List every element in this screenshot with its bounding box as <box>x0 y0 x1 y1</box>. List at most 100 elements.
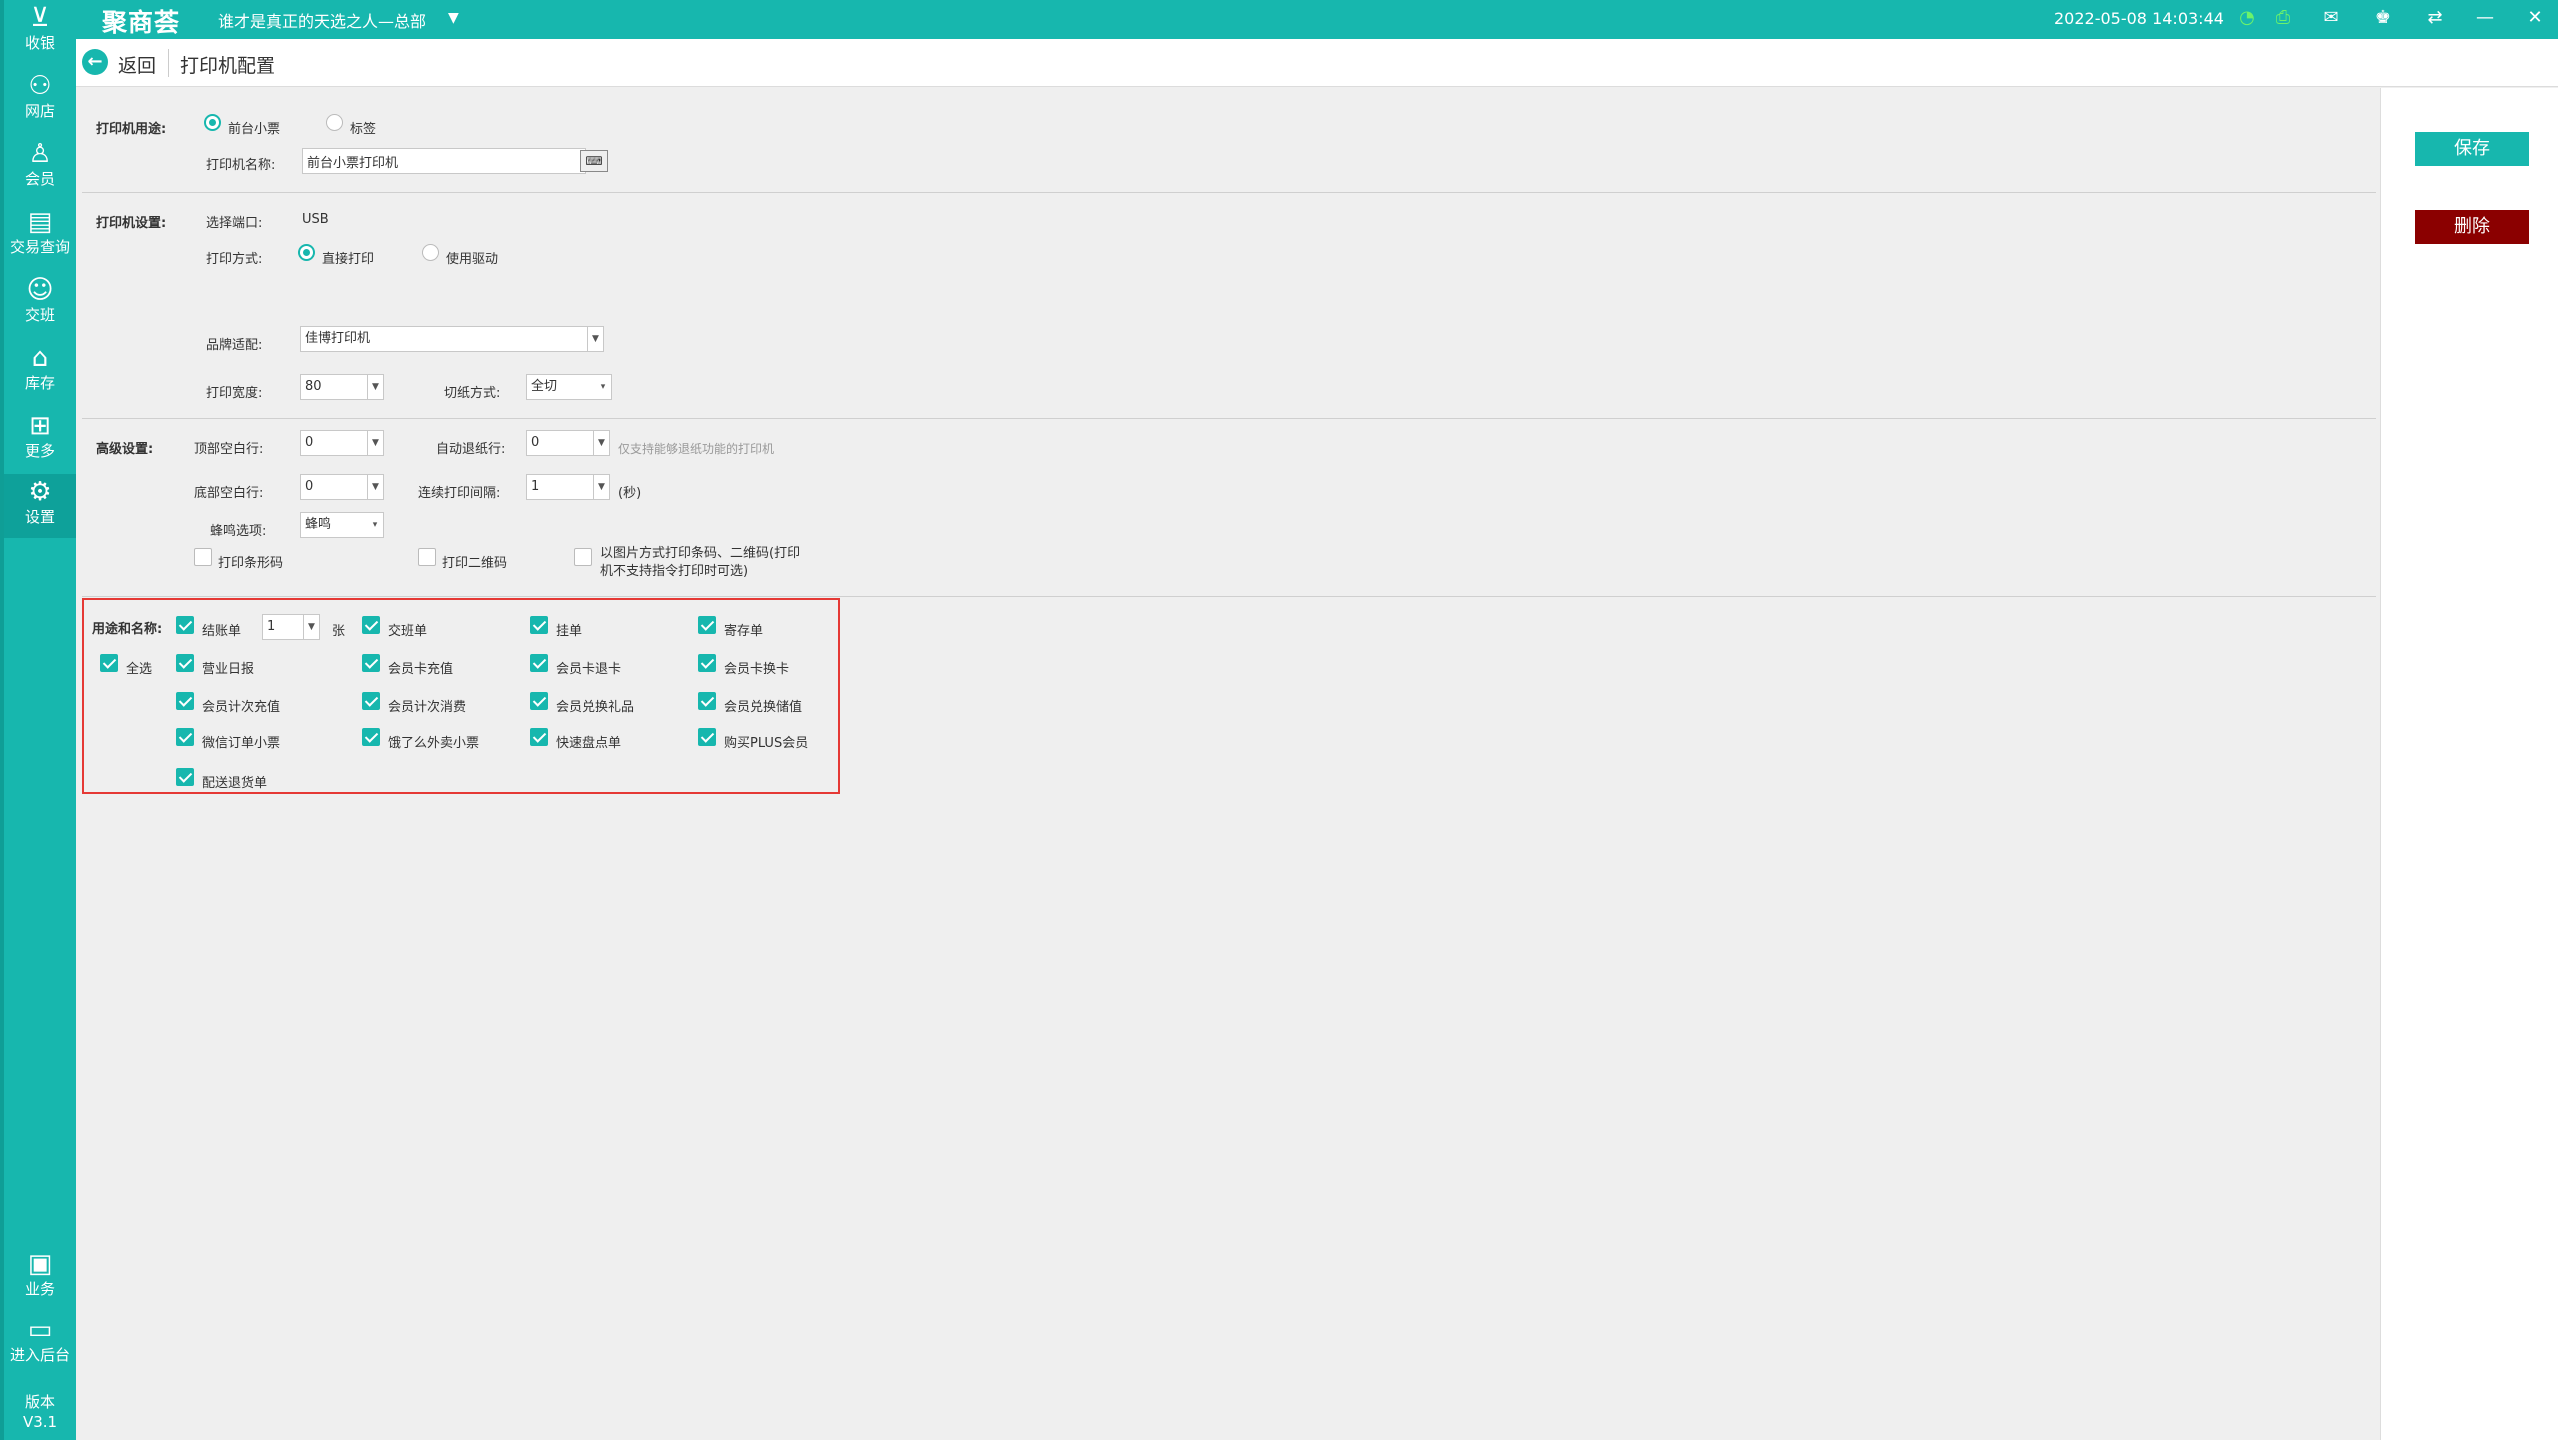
buzzer-value: 蜂鸣 <box>305 517 332 532</box>
back-button[interactable]: 返回 <box>118 51 156 78</box>
chevron-down-icon: ▼ <box>303 615 319 639</box>
print-interval-select[interactable]: 1 ▼ <box>526 474 610 500</box>
usage-item-label[interactable]: 会员卡换卡 <box>724 658 789 677</box>
usage-checkbox[interactable] <box>530 692 548 710</box>
usage-item-label[interactable]: 交班单 <box>388 620 427 639</box>
save-button[interactable]: 保存 <box>2415 132 2529 166</box>
cut-mode-select[interactable]: 全切 ▾ <box>526 374 612 400</box>
sidebar-item-cashier[interactable]: ⊻ 收银 <box>4 4 76 60</box>
swap-icon[interactable]: ⇄ <box>2422 6 2448 30</box>
select-all-checkbox[interactable] <box>100 654 118 672</box>
usage-item-label[interactable]: 会员兑换储值 <box>724 696 802 715</box>
usage-checkbox[interactable] <box>530 654 548 672</box>
copies-select[interactable]: 1 ▼ <box>262 614 320 640</box>
method-radio-direct[interactable] <box>298 244 315 261</box>
method-option-driver[interactable]: 使用驱动 <box>446 248 498 267</box>
print-width-label: 打印宽度: <box>206 386 263 401</box>
sidebar-item-label: 更多 <box>24 442 55 460</box>
printer-settings-label: 打印机设置: <box>96 216 167 231</box>
advanced-settings-label: 高级设置: <box>96 442 154 457</box>
usage-checkbox[interactable] <box>176 768 194 786</box>
usage-item-label[interactable]: 饿了么外卖小票 <box>388 732 479 751</box>
section-divider <box>82 596 2376 597</box>
chevron-down-icon[interactable]: ▼ <box>448 10 459 26</box>
shirt-icon[interactable]: ♚ <box>2370 6 2396 30</box>
usage-item-label[interactable]: 寄存单 <box>724 620 763 639</box>
sidebar-item-settings[interactable]: ⚙ 设置 <box>4 474 76 538</box>
back-arrow-icon[interactable]: ← <box>82 49 108 75</box>
minimize-icon[interactable]: — <box>2472 6 2498 30</box>
usage-item-label[interactable]: 会员卡退卡 <box>556 658 621 677</box>
usage-item-label[interactable]: 快速盘点单 <box>556 732 621 751</box>
print-qrcode-label[interactable]: 打印二维码 <box>442 552 507 571</box>
print-width-select[interactable]: 80 ▼ <box>300 374 384 400</box>
printer-name-input[interactable] <box>302 148 586 174</box>
bottom-blank-select[interactable]: 0 ▼ <box>300 474 384 500</box>
image-mode-label-line1[interactable]: 以图片方式打印条码、二维码(打印 <box>600 542 800 561</box>
image-mode-label-line2[interactable]: 机不支持指令打印时可选) <box>600 560 748 579</box>
usage-checkbox[interactable] <box>698 692 716 710</box>
usage-checkbox[interactable] <box>530 728 548 746</box>
delete-button[interactable]: 删除 <box>2415 210 2529 244</box>
print-interval-unit: (秒) <box>618 486 642 501</box>
usage-item-label[interactable]: 购买PLUS会员 <box>724 732 808 751</box>
usage-checkbox[interactable] <box>530 616 548 634</box>
top-blank-select[interactable]: 0 ▼ <box>300 430 384 456</box>
sidebar-item-online-store[interactable]: ⚇ 网店 <box>4 72 76 128</box>
usage-checkbox[interactable] <box>698 654 716 672</box>
usage-checkbox[interactable] <box>362 728 380 746</box>
usage-item-label[interactable]: 配送退货单 <box>202 772 267 791</box>
sidebar-item-inventory[interactable]: ⌂ 库存 <box>4 344 76 400</box>
usage-item-label[interactable]: 挂单 <box>556 620 582 639</box>
usage-radio-label[interactable] <box>326 114 343 131</box>
usage-checkbox[interactable] <box>362 616 380 634</box>
usage-item-label[interactable]: 会员卡充值 <box>388 658 453 677</box>
usage-item-label[interactable]: 结账单 <box>202 620 241 639</box>
sidebar-item-transactions[interactable]: ▤ 交易查询 <box>4 208 76 264</box>
usage-item-label[interactable]: 微信订单小票 <box>202 732 280 751</box>
print-barcode-checkbox[interactable] <box>194 548 212 566</box>
usage-checkbox[interactable] <box>176 654 194 672</box>
brand-select[interactable]: 佳博打印机 ▼ <box>300 326 604 352</box>
method-option-direct[interactable]: 直接打印 <box>322 248 374 267</box>
buzzer-select[interactable]: 蜂鸣 ▾ <box>300 512 384 538</box>
usage-item-label[interactable]: 营业日报 <box>202 658 254 677</box>
store-selector[interactable]: 谁才是真正的天选之人—总部 <box>218 8 426 32</box>
sidebar-item-business[interactable]: ▣ 业务 <box>4 1250 76 1306</box>
usage-checkbox[interactable] <box>362 692 380 710</box>
sidebar-item-handover[interactable]: ☺ 交班 <box>4 276 76 332</box>
printer-icon[interactable]: ⎙ <box>2270 6 2296 30</box>
usage-item-label[interactable]: 会员兑换礼品 <box>556 696 634 715</box>
wifi-icon[interactable]: ◔ <box>2234 6 2260 30</box>
business-icon: ▣ <box>27 1249 53 1279</box>
image-mode-checkbox[interactable] <box>574 548 592 566</box>
buzzer-label: 蜂鸣选项: <box>210 524 267 539</box>
copies-unit: 张 <box>332 624 346 639</box>
usage-checkbox[interactable] <box>362 654 380 672</box>
usage-checkbox[interactable] <box>176 728 194 746</box>
select-all-label[interactable]: 全选 <box>126 658 152 677</box>
usage-item-label[interactable]: 会员计次充值 <box>202 696 280 715</box>
usage-item-label[interactable]: 会员计次消费 <box>388 696 466 715</box>
usage-radio-receipt[interactable] <box>204 114 221 131</box>
print-qrcode-checkbox[interactable] <box>418 548 436 566</box>
auto-feed-select[interactable]: 0 ▼ <box>526 430 610 456</box>
method-radio-driver[interactable] <box>422 244 439 261</box>
sidebar-item-backend[interactable]: ▭ 进入后台 <box>4 1316 76 1372</box>
close-icon[interactable]: ✕ <box>2522 6 2548 30</box>
sidebar-item-label: 交易查询 <box>9 238 70 256</box>
auto-feed-note: 仅支持能够退纸功能的打印机 <box>618 442 775 456</box>
usage-checkbox[interactable] <box>176 692 194 710</box>
usage-checkbox[interactable] <box>698 728 716 746</box>
chevron-down-icon: ▼ <box>593 475 609 499</box>
usage-checkbox[interactable] <box>698 616 716 634</box>
keyboard-icon[interactable]: ⌨ <box>580 150 608 172</box>
chevron-down-icon: ▼ <box>367 375 383 399</box>
message-icon[interactable]: ✉ <box>2318 6 2344 30</box>
sidebar-item-more[interactable]: ⊞ 更多 <box>4 412 76 468</box>
usage-option-label[interactable]: 标签 <box>350 118 376 137</box>
sidebar-item-member[interactable]: ♙ 会员 <box>4 140 76 196</box>
usage-checkbox[interactable] <box>176 616 194 634</box>
usage-option-receipt[interactable]: 前台小票 <box>228 118 280 137</box>
print-barcode-label[interactable]: 打印条形码 <box>218 552 283 571</box>
